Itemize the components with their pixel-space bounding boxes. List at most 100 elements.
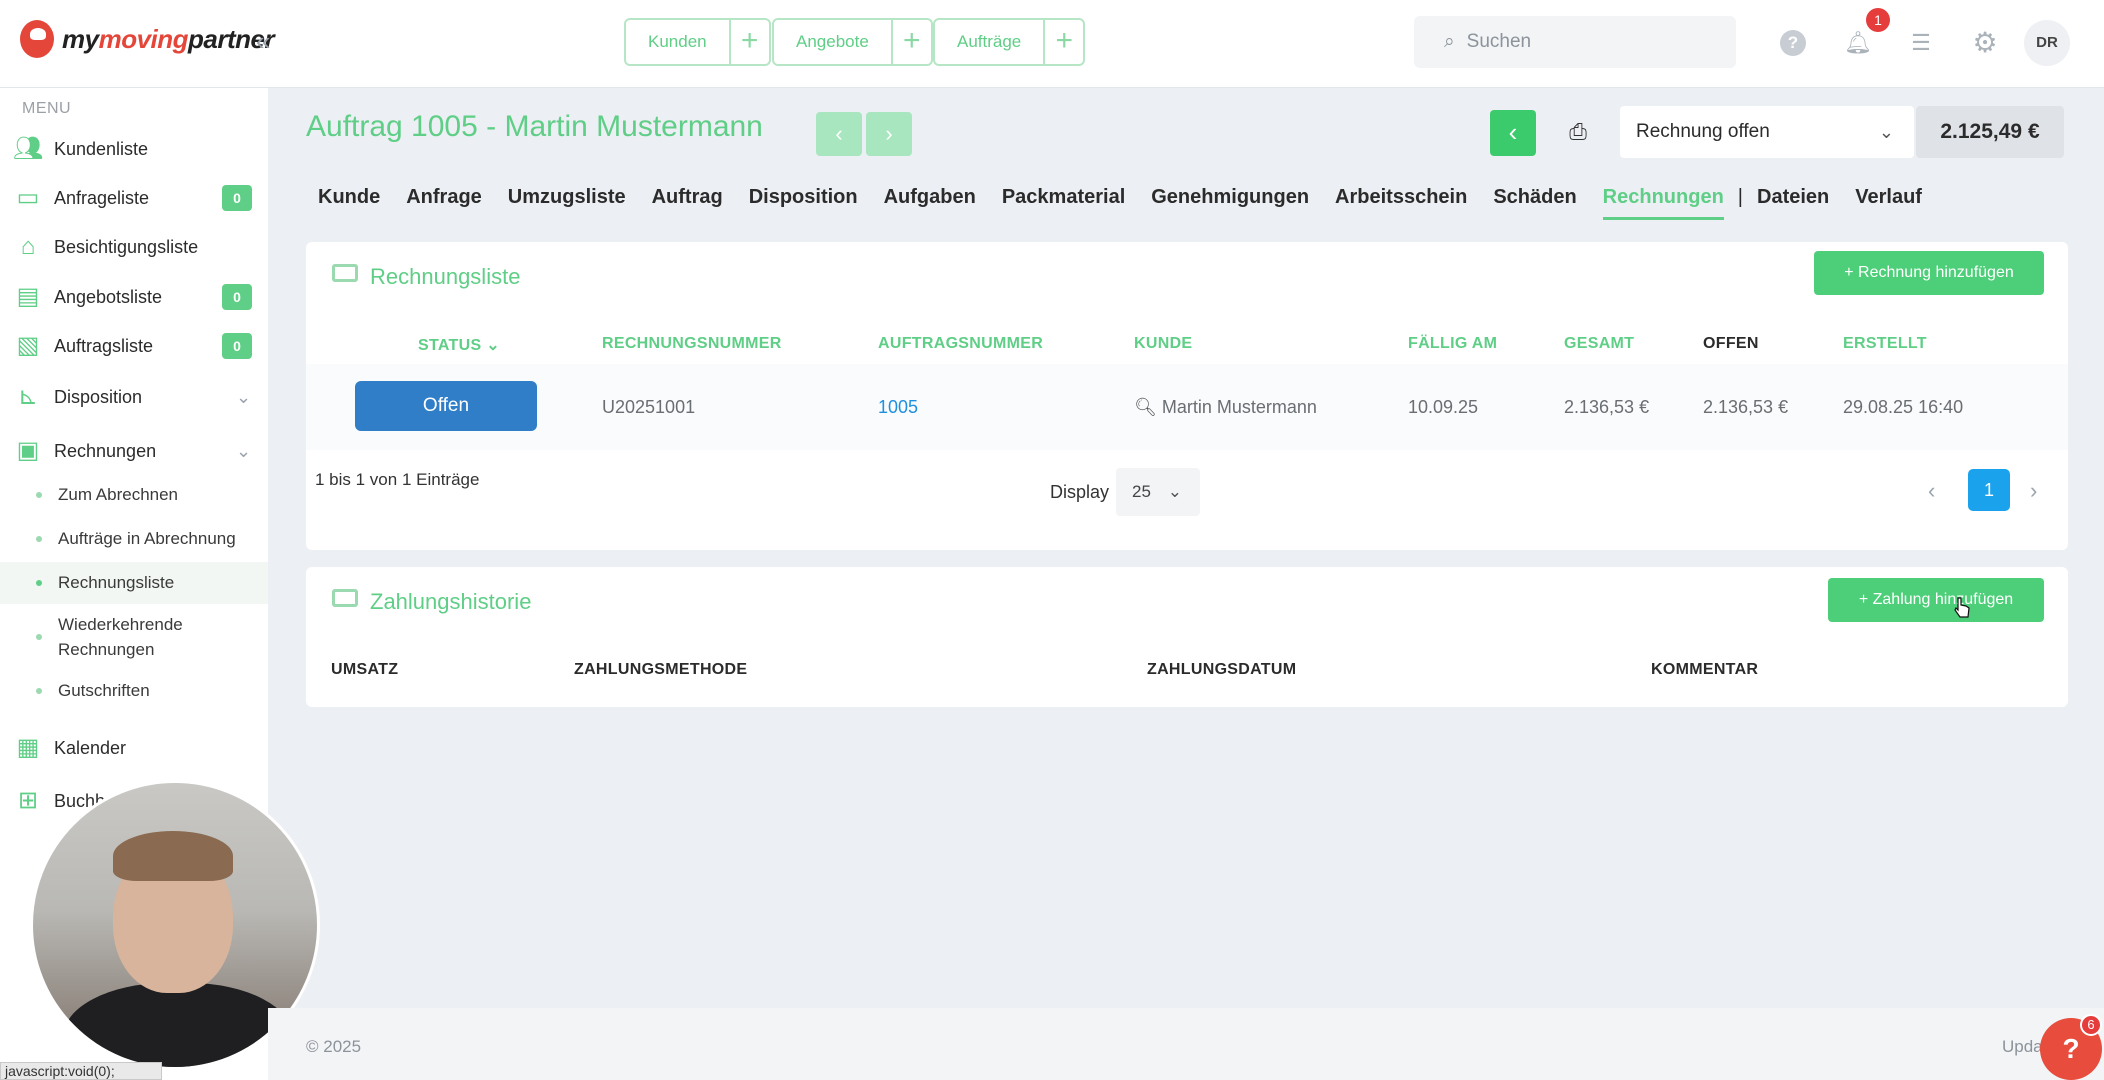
add-kunde-icon[interactable]: + xyxy=(728,20,769,64)
column-erstellt[interactable]: ERSTELLT xyxy=(1843,335,1927,353)
search-placeholder: Suchen xyxy=(1466,31,1532,52)
calculator-icon: ⊞ xyxy=(17,787,39,814)
gear-icon[interactable]: ⚙ xyxy=(1972,29,1998,57)
sidebar-subitem-label: Aufträge in Abrechnung xyxy=(58,529,236,548)
avatar[interactable]: DR xyxy=(2024,20,2070,66)
tab-verlauf[interactable]: Verlauf xyxy=(1855,186,1922,220)
users-icon: 👥︎ xyxy=(12,135,44,162)
column-kommentar[interactable]: KOMMENTAR xyxy=(1651,661,1758,679)
page-title: Auftrag 1005 - Martin Mustermann xyxy=(306,110,763,143)
column-offen[interactable]: OFFEN xyxy=(1703,335,1759,353)
tab-disposition[interactable]: Disposition xyxy=(749,186,858,220)
cell-kunde[interactable]: 🔍︎ Martin Mustermann xyxy=(1134,397,1317,418)
sidebar-subitem-rechnungsliste[interactable]: Rechnungsliste xyxy=(0,562,268,604)
column-gesamt[interactable]: GESAMT xyxy=(1564,335,1634,353)
money-icon: ▣ xyxy=(16,437,40,464)
quick-auftraege-button[interactable]: Aufträge xyxy=(935,20,1043,64)
collapse-sidebar-icon[interactable]: « xyxy=(256,26,270,57)
payments-card: Zahlungshistorie + Zahlung hinzufügen UM… xyxy=(306,567,2068,707)
sidebar-item-kundenliste[interactable]: 👥︎ Kundenliste xyxy=(0,126,268,172)
help-icon[interactable]: ? xyxy=(1780,30,1806,56)
quick-angebote-button[interactable]: Angebote xyxy=(774,20,891,64)
tab-auftrag[interactable]: Auftrag xyxy=(652,186,723,220)
column-rechnungsnummer[interactable]: RECHNUNGSNUMMER xyxy=(602,335,782,353)
sidebar-item-anfrageliste[interactable]: ▭ Anfrageliste 0 xyxy=(0,175,268,221)
prev-page-icon[interactable]: ‹ xyxy=(1928,478,1935,504)
column-kunde[interactable]: KUNDE xyxy=(1134,335,1192,353)
document-icon: ▤ xyxy=(16,283,40,310)
add-payment-button[interactable]: + Zahlung hinzufügen xyxy=(1828,578,2044,622)
sidebar-subitem-label: Rechnungsliste xyxy=(58,573,175,592)
prev-record-button[interactable]: ‹ xyxy=(816,112,862,156)
total-amount: 2.125,49 € xyxy=(1916,106,2064,158)
count-badge: 0 xyxy=(222,284,252,310)
cell-offen: 2.136,53 € xyxy=(1703,397,1789,417)
tab-umzugsliste[interactable]: Umzugsliste xyxy=(508,186,626,220)
tab-arbeitsschein[interactable]: Arbeitsschein xyxy=(1335,186,1467,220)
brand-name: mymovingpartner xyxy=(62,23,275,54)
status-select[interactable]: Rechnung offen ⌄ xyxy=(1620,106,1914,158)
quick-angebote: Angebote + xyxy=(772,18,933,66)
quick-kunden-button[interactable]: Kunden xyxy=(626,20,729,64)
cell-auftragsnummer-link[interactable]: 1005 xyxy=(878,397,918,418)
table-row[interactable]: U20251001 1005 🔍︎ Martin Mustermann 10.0… xyxy=(306,364,2068,450)
page-size-select[interactable]: 25 ⌄ xyxy=(1116,468,1200,516)
bullet-icon xyxy=(36,536,42,542)
chart-icon: ⊾ xyxy=(17,383,39,410)
add-angebot-icon[interactable]: + xyxy=(890,20,931,64)
tab-schaeden[interactable]: Schäden xyxy=(1493,186,1576,220)
sidebar-subitem-wiederkehrende-rechnungen[interactable]: Wiederkehrende Rechnungen xyxy=(0,606,268,668)
sidebar-subitem-auftraege-in-abrechnung[interactable]: Aufträge in Abrechnung xyxy=(0,518,268,560)
tab-kunde[interactable]: Kunde xyxy=(318,186,380,220)
column-umsatz[interactable]: UMSATZ xyxy=(331,661,398,679)
tab-separator: | xyxy=(1737,186,1743,208)
sidebar-item-besichtigungsliste[interactable]: ⌂ Besichtigungsliste xyxy=(0,224,268,270)
pager-info: 1 bis 1 von 1 Einträge xyxy=(315,470,480,489)
next-record-button[interactable]: › xyxy=(866,112,912,156)
sidebar-item-angebotsliste[interactable]: ▤ Angebotsliste 0 xyxy=(0,274,268,320)
status-offen-button[interactable]: Offen xyxy=(355,381,537,431)
checklist-icon[interactable]: ☰ xyxy=(1908,30,1934,56)
column-auftragsnummer[interactable]: AUFTRAGSNUMMER xyxy=(878,335,1043,353)
column-zahlungsdatum[interactable]: ZAHLUNGSDATUM xyxy=(1147,661,1296,679)
tab-genehmigungen[interactable]: Genehmigungen xyxy=(1151,186,1309,220)
sidebar-item-label: Disposition xyxy=(54,386,143,407)
sidebar-item-label: Angebotsliste xyxy=(54,286,163,307)
sidebar-subitem-zum-abrechnen[interactable]: Zum Abrechnen xyxy=(0,474,268,516)
help-count-badge: 6 xyxy=(2080,1014,2102,1036)
bullet-icon xyxy=(36,634,42,640)
bullet-icon xyxy=(36,492,42,498)
next-page-icon[interactable]: › xyxy=(2030,478,2037,504)
chevron-down-icon: ⌄ xyxy=(1878,122,1894,142)
sidebar-item-disposition[interactable]: ⊾ Disposition ⌄ xyxy=(0,374,268,420)
tab-packmaterial[interactable]: Packmaterial xyxy=(1002,186,1125,220)
tab-anfrage[interactable]: Anfrage xyxy=(406,186,482,220)
sidebar-item-kalender[interactable]: ▦ Kalender xyxy=(0,725,268,771)
tab-dateien[interactable]: Dateien xyxy=(1757,186,1829,220)
sidebar-item-rechnungen[interactable]: ▣ Rechnungen ⌄ xyxy=(0,428,268,474)
sidebar-item-auftragsliste[interactable]: ▧ Auftragsliste 0 xyxy=(0,323,268,369)
column-faellig[interactable]: FÄLLIG AM xyxy=(1408,335,1497,353)
bell-icon[interactable]: 🔔︎ xyxy=(1844,30,1872,56)
count-badge: 0 xyxy=(222,185,252,211)
search-input[interactable]: ⌕ Suchen xyxy=(1414,16,1736,68)
sidebar-subitem-gutschriften[interactable]: Gutschriften xyxy=(0,670,268,712)
money-icon xyxy=(332,264,358,282)
back-button[interactable]: ‹ xyxy=(1490,110,1536,156)
sidebar-subitem-label: Wiederkehrende Rechnungen xyxy=(58,615,183,659)
sidebar-item-label: Rechnungen xyxy=(54,440,157,461)
print-icon[interactable]: ⎙ xyxy=(1562,116,1594,148)
presenter-body xyxy=(63,983,293,1067)
cell-rechnungsnummer: U20251001 xyxy=(602,397,696,417)
add-auftrag-icon[interactable]: + xyxy=(1043,20,1083,64)
top-bar: mymovingpartner « Kunden + Angebote + Au… xyxy=(0,0,2104,88)
page-1-button[interactable]: 1 xyxy=(1968,469,2010,511)
add-invoice-button[interactable]: + Rechnung hinzufügen xyxy=(1814,251,2044,295)
tab-aufgaben[interactable]: Aufgaben xyxy=(884,186,976,220)
column-status[interactable]: STATUS ⌄ xyxy=(418,335,500,355)
brand-logo[interactable]: mymovingpartner xyxy=(20,20,275,58)
money-icon xyxy=(332,589,358,607)
cell-erstellt: 29.08.25 16:40 xyxy=(1843,397,1964,417)
column-zahlungsmethode[interactable]: ZAHLUNGSMETHODE xyxy=(574,661,747,679)
tab-rechnungen[interactable]: Rechnungen xyxy=(1602,186,1724,220)
